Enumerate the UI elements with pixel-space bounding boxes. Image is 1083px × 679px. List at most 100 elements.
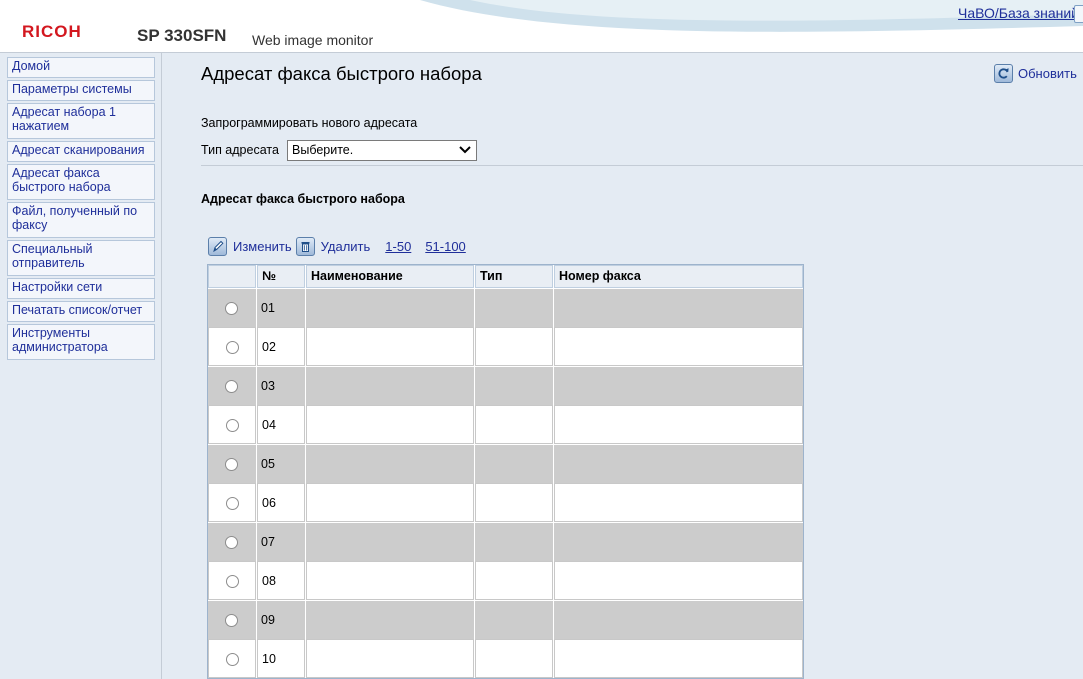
row-radio[interactable] bbox=[225, 536, 238, 549]
row-radio[interactable] bbox=[226, 341, 239, 354]
new-destination-label: Запрограммировать нового адресата bbox=[201, 116, 418, 130]
table-row[interactable]: 06 bbox=[208, 483, 803, 522]
row-radio[interactable] bbox=[225, 380, 238, 393]
row-name bbox=[306, 444, 474, 483]
row-name bbox=[306, 600, 474, 639]
row-fax-number bbox=[554, 327, 803, 366]
row-fax-number bbox=[554, 639, 803, 678]
table-row[interactable]: 09 bbox=[208, 600, 803, 639]
row-number: 02 bbox=[257, 327, 305, 366]
row-fax-number bbox=[554, 405, 803, 444]
row-select-cell bbox=[208, 366, 256, 405]
row-radio[interactable] bbox=[226, 419, 239, 432]
table-toolbar: Изменить Удалить 1-50 51-100 bbox=[208, 235, 466, 257]
row-radio[interactable] bbox=[225, 458, 238, 471]
table-row[interactable]: 03 bbox=[208, 366, 803, 405]
address-type-select[interactable]: Выберите. bbox=[287, 140, 477, 161]
page-link-1-50[interactable]: 1-50 bbox=[385, 239, 411, 254]
chevron-down-icon bbox=[459, 146, 471, 154]
address-type-value: Выберите. bbox=[292, 143, 354, 157]
row-select-cell bbox=[208, 600, 256, 639]
row-number: 04 bbox=[257, 405, 305, 444]
row-number: 05 bbox=[257, 444, 305, 483]
row-select-cell bbox=[208, 405, 256, 444]
row-type bbox=[475, 522, 553, 561]
row-radio[interactable] bbox=[225, 614, 238, 627]
sidebar-item-fax-received-file[interactable]: Файл, полученный по факсу bbox=[7, 202, 155, 238]
sidebar-item-label: Печатать список/отчет bbox=[12, 303, 143, 317]
table-row[interactable]: 02 bbox=[208, 327, 803, 366]
sidebar-item-label: Адресат сканирования bbox=[12, 143, 145, 157]
row-name bbox=[306, 288, 474, 327]
row-name bbox=[306, 483, 474, 522]
table-row[interactable]: 04 bbox=[208, 405, 803, 444]
table-header-number: № bbox=[257, 265, 305, 288]
refresh-label: Обновить bbox=[1018, 65, 1077, 81]
edit-label: Изменить bbox=[233, 238, 292, 254]
row-radio[interactable] bbox=[225, 302, 238, 315]
row-type bbox=[475, 327, 553, 366]
page-link-51-100[interactable]: 51-100 bbox=[425, 239, 465, 254]
sidebar-item-admin-tools[interactable]: Инструменты администратора bbox=[7, 324, 155, 360]
row-type bbox=[475, 483, 553, 522]
row-name bbox=[306, 405, 474, 444]
row-radio[interactable] bbox=[226, 575, 239, 588]
sidebar-item-label: Специальный отправитель bbox=[12, 242, 93, 270]
row-radio[interactable] bbox=[226, 653, 239, 666]
faq-link[interactable]: ЧаВО/База знаний bbox=[958, 5, 1079, 21]
main-content: Адресат факса быстрого набора Обновить З… bbox=[162, 53, 1083, 679]
sidebar-item-label: Настройки сети bbox=[12, 280, 103, 294]
sidebar-item-home[interactable]: Домой bbox=[7, 57, 155, 78]
sidebar-item-system-settings[interactable]: Параметры системы bbox=[7, 80, 155, 101]
sidebar-item-print-list-report[interactable]: Печатать список/отчет bbox=[7, 301, 155, 322]
sidebar-item-network-settings[interactable]: Настройки сети bbox=[7, 278, 155, 299]
sidebar-item-label: Адресат набора 1 нажатием bbox=[12, 105, 116, 133]
pencil-icon bbox=[208, 236, 227, 256]
sidebar-item-label: Параметры системы bbox=[12, 82, 132, 96]
sidebar-item-speed-dial-fax[interactable]: Адресат факса быстрого набора bbox=[7, 164, 155, 200]
table-header-name: Наименование bbox=[306, 265, 474, 288]
row-name bbox=[306, 366, 474, 405]
table-header-select bbox=[208, 265, 256, 288]
row-name bbox=[306, 522, 474, 561]
faq-icon[interactable] bbox=[1074, 5, 1083, 23]
table-row[interactable]: 07 bbox=[208, 522, 803, 561]
row-type bbox=[475, 639, 553, 678]
ricoh-logo: RICOH bbox=[22, 22, 82, 41]
app-subtitle: Web image monitor bbox=[252, 32, 374, 48]
header: RICOH SP 330SFN Web image monitor ЧаВО/Б… bbox=[0, 0, 1083, 53]
page-title: Адресат факса быстрого набора bbox=[201, 63, 482, 84]
table-row[interactable]: 01 bbox=[208, 288, 803, 327]
edit-button[interactable]: Изменить bbox=[208, 236, 292, 256]
row-type bbox=[475, 561, 553, 600]
row-fax-number bbox=[554, 561, 803, 600]
row-name bbox=[306, 561, 474, 600]
row-type bbox=[475, 444, 553, 483]
table-header-type: Тип bbox=[475, 265, 553, 288]
sidebar-item-label: Инструменты администратора bbox=[12, 326, 108, 354]
row-fax-number bbox=[554, 522, 803, 561]
row-fax-number bbox=[554, 483, 803, 522]
refresh-button[interactable]: Обновить bbox=[994, 63, 1077, 83]
delete-button[interactable]: Удалить bbox=[295, 236, 370, 256]
sidebar-item-label: Файл, полученный по факсу bbox=[12, 204, 138, 232]
row-number: 01 bbox=[257, 288, 305, 327]
speed-dial-table: № Наименование Тип Номер факса 01 02 03 bbox=[207, 264, 804, 679]
row-select-cell bbox=[208, 288, 256, 327]
table-header-row: № Наименование Тип Номер факса bbox=[208, 265, 803, 288]
table-row[interactable]: 05 bbox=[208, 444, 803, 483]
row-fax-number bbox=[554, 600, 803, 639]
sidebar-item-label: Домой bbox=[12, 59, 51, 73]
sidebar-item-scan-destination[interactable]: Адресат сканирования bbox=[7, 141, 155, 162]
sidebar-item-one-touch-destination[interactable]: Адресат набора 1 нажатием bbox=[7, 103, 155, 139]
table-row[interactable]: 10 bbox=[208, 639, 803, 678]
row-type bbox=[475, 600, 553, 639]
table-row[interactable]: 08 bbox=[208, 561, 803, 600]
row-fax-number bbox=[554, 288, 803, 327]
row-radio[interactable] bbox=[226, 497, 239, 510]
sidebar-item-special-sender[interactable]: Специальный отправитель bbox=[7, 240, 155, 276]
row-name bbox=[306, 639, 474, 678]
row-number: 10 bbox=[257, 639, 305, 678]
sidebar-item-label: Адресат факса быстрого набора bbox=[12, 166, 111, 194]
row-number: 09 bbox=[257, 600, 305, 639]
